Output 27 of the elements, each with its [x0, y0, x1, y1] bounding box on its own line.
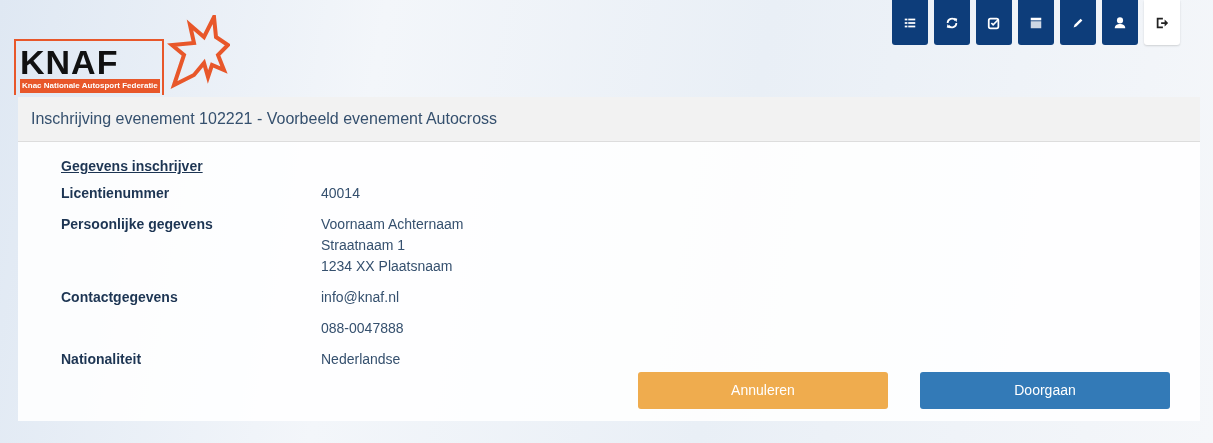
toolbar-button[interactable] — [892, 0, 928, 45]
user-icon — [1113, 15, 1127, 30]
field-value: info@knaf.nl — [321, 288, 400, 307]
logo-name: KNAF — [20, 45, 120, 79]
field-label: Contactgegevens — [61, 289, 178, 305]
calendar-icon — [1029, 15, 1043, 30]
field-value: Straatnaam 1 — [321, 236, 407, 255]
toolbar-button[interactable] — [934, 0, 970, 45]
toolbar-button[interactable] — [1102, 0, 1138, 45]
refresh-icon — [945, 15, 959, 30]
logout-icon — [1155, 15, 1169, 30]
field-label: Persoonlijke gegevens — [61, 216, 213, 232]
field-value: 40014 — [321, 184, 360, 203]
logo-subtitle: Knac Nationale Autosport Federatie — [20, 79, 160, 93]
field-value: 1234 XX Plaatsnaam — [321, 257, 454, 276]
section-link[interactable]: Gegevens inschrijver — [61, 156, 203, 177]
card-title: Inschrijving evenement 102221 - Voorbeeld evenement Autocross — [18, 97, 1200, 142]
field-value: Nederlandse — [321, 350, 401, 369]
field-value: 088-0047888 — [321, 319, 404, 338]
toolbar-button[interactable] — [1144, 0, 1180, 45]
toolbar-button[interactable] — [1018, 0, 1054, 45]
toolbar-button[interactable] — [976, 0, 1012, 45]
field-value: Voornaam Achternaam — [321, 215, 464, 234]
continue-button[interactable]: Doorgaan — [920, 372, 1170, 409]
field-label: Licentienummer — [61, 185, 170, 201]
checkbox-icon — [987, 15, 1001, 30]
field-label: Nationaliteit — [61, 351, 142, 367]
